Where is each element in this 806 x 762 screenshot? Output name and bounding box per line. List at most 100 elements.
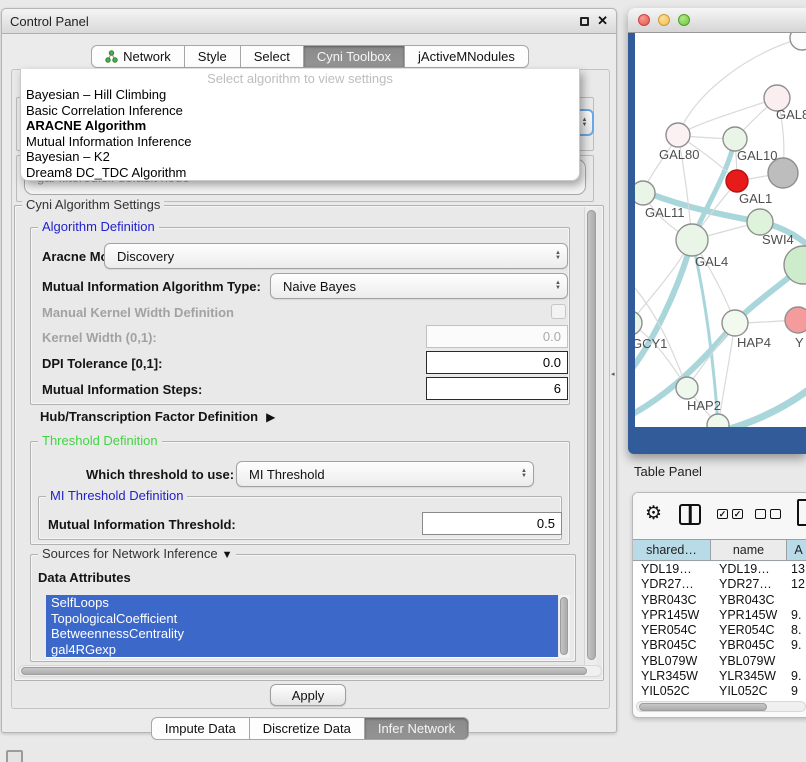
tab-style-label: Style <box>198 46 227 67</box>
expand-down-icon: ▼ <box>222 549 233 561</box>
node[interactable] <box>785 307 806 333</box>
node-label: GAL10 <box>737 148 777 163</box>
tab-select[interactable]: Select <box>241 45 304 68</box>
network-window-titlebar[interactable] <box>628 8 806 33</box>
node-label: GAL80 <box>659 147 699 162</box>
gear-icon[interactable]: ⚙ <box>645 502 662 526</box>
dpi-tolerance-field[interactable] <box>426 351 568 374</box>
tab-impute-data[interactable]: Impute Data <box>151 717 250 740</box>
list-item[interactable]: BetweennessCentrality <box>46 626 558 642</box>
tab-cyni-toolbox[interactable]: Cyni Toolbox <box>304 45 405 68</box>
node-hap4[interactable] <box>722 310 748 336</box>
node-gal4[interactable] <box>676 224 708 256</box>
tab-discretize-data[interactable]: Discretize Data <box>250 717 365 740</box>
dropdown-item[interactable]: Bayesian – Hill Climbing <box>21 87 579 103</box>
split-pane-arrow-icon[interactable]: ◂ <box>611 370 615 378</box>
table-row[interactable]: YBL079WYBL079W <box>633 654 806 669</box>
list-item[interactable]: TopologicalCoefficient <box>46 611 558 627</box>
table-row[interactable]: YBR045CYBR045C9. <box>633 638 806 653</box>
node-table: shared… name A <box>633 539 806 561</box>
network-canvas[interactable]: GAL8 GAL80 GAL10 GAL1 GAL11 SWI4 GAL4 GC… <box>635 33 806 427</box>
settings-vertical-scrollbar[interactable] <box>584 207 597 665</box>
dropdown-item[interactable]: Dream8 DC_TDC Algorithm <box>21 165 579 181</box>
mi-type-combo[interactable]: Naive Bayes ▲▼ <box>270 273 568 299</box>
table-row[interactable]: YER054CYER054C8. <box>633 623 806 638</box>
tab-network-label: Network <box>123 46 171 67</box>
table-row[interactable]: YIL052CYIL052C9 <box>633 684 806 699</box>
mi-threshold-field[interactable] <box>422 512 562 535</box>
algorithm-dropdown: Select algorithm to view settings Bayesi… <box>20 69 580 181</box>
which-threshold-combo[interactable]: MI Threshold ▲▼ <box>236 461 534 487</box>
node-label: Y <box>795 335 804 350</box>
bottom-tab-bar: Impute Data Discretize Data Infer Networ… <box>2 717 618 740</box>
tab-jactivemnodules[interactable]: jActiveMNodules <box>405 45 529 68</box>
select-all-icon[interactable]: ✓ ✓ <box>717 509 743 519</box>
algorithm-definition-title: Algorithm Definition <box>38 220 159 234</box>
node-label: GAL4 <box>695 254 728 269</box>
attributes-scrollbar[interactable] <box>559 595 570 658</box>
dropdown-item[interactable]: Mutual Information Inference <box>21 134 579 150</box>
checked-box-icon: ✓ <box>717 509 728 519</box>
settings-vertical-scrollbar-thumb[interactable] <box>587 210 596 660</box>
node-gal11[interactable] <box>635 181 655 205</box>
which-threshold-label: Which threshold to use: <box>86 467 234 482</box>
table-horizontal-scrollbar[interactable] <box>636 701 806 712</box>
dropdown-item[interactable]: Bayesian – K2 <box>21 149 579 165</box>
table-row[interactable]: YDR27…YDR27…12 <box>633 577 806 592</box>
node-hap2[interactable] <box>676 377 698 399</box>
mac-zoom-icon[interactable] <box>678 14 690 26</box>
table-toolbar: ⚙ ✓ ✓ <box>633 493 806 539</box>
dropdown-hint: Select algorithm to view settings <box>21 71 579 87</box>
node-label: GAL8 <box>776 107 806 122</box>
tab-network[interactable]: Network <box>91 45 185 68</box>
kernel-width-field[interactable] <box>426 325 568 348</box>
hub-definition-label: Hub/Transcription Factor Definition <box>40 409 258 424</box>
dropdown-item[interactable]: Basic Correlation Inference <box>21 103 579 119</box>
mi-type-value: Naive Bayes <box>283 279 555 294</box>
hub-definition-toggle[interactable]: Hub/Transcription Factor Definition ▶ <box>40 409 275 424</box>
dropdown-item-selected[interactable]: ARACNE Algorithm <box>21 118 579 134</box>
apply-button[interactable]: Apply <box>270 684 346 706</box>
control-panel-titlebar: Control Panel ✕ <box>2 9 616 34</box>
list-item[interactable]: SelfLoops <box>46 595 558 611</box>
settings-horizontal-scrollbar[interactable] <box>18 665 602 677</box>
table-row[interactable]: YBR043CYBR043C <box>633 593 806 608</box>
settings-horizontal-scrollbar-thumb[interactable] <box>21 667 587 675</box>
table-row[interactable]: YPR145WYPR145W9. <box>633 608 806 623</box>
node-gal80[interactable] <box>666 123 690 147</box>
list-item[interactable]: gal4RGexp <box>46 642 558 658</box>
column-layout-icon[interactable] <box>679 504 701 525</box>
which-threshold-value: MI Threshold <box>249 467 521 482</box>
tab-style[interactable]: Style <box>185 45 241 68</box>
close-icon[interactable]: ✕ <box>597 16 608 26</box>
table-horizontal-scrollbar-thumb[interactable] <box>639 703 767 711</box>
mi-threshold-label: Mutual Information Threshold: <box>48 517 236 532</box>
node-label: GAL1 <box>739 191 772 206</box>
mi-threshold-group-title: MI Threshold Definition <box>46 489 187 503</box>
top-tab-bar: Network Style Select Cyni Toolbox jActiv… <box>2 45 618 68</box>
deselect-all-icon[interactable] <box>755 509 781 519</box>
window-title: Control Panel <box>10 14 89 29</box>
table-rows: YDL19…YDL19…13 YDR27…YDR27…12 YBR043CYBR… <box>633 562 806 702</box>
tab-infer-network[interactable]: Infer Network <box>365 717 469 740</box>
sources-group-title[interactable]: Sources for Network Inference▼ <box>38 547 236 562</box>
column-header-shared-name[interactable]: shared… <box>633 540 711 560</box>
dock-widget-icon[interactable] <box>6 750 23 762</box>
column-header-partial[interactable]: A <box>787 540 806 560</box>
table-row[interactable]: YDL19…YDL19…13 <box>633 562 806 577</box>
mac-close-icon[interactable] <box>638 14 650 26</box>
attributes-scrollbar-thumb[interactable] <box>560 597 568 655</box>
mi-steps-field[interactable] <box>426 377 568 400</box>
aracne-mode-combo[interactable]: Discovery ▲▼ <box>104 243 568 269</box>
expand-right-icon: ▶ <box>266 410 275 424</box>
kernel-width-label: Kernel Width (0,1): <box>42 330 157 345</box>
tab-infer-network-label: Infer Network <box>378 718 455 739</box>
document-icon[interactable] <box>797 499 806 526</box>
node-gal1[interactable] <box>726 170 748 192</box>
mac-minimize-icon[interactable] <box>658 14 670 26</box>
float-window-icon[interactable] <box>580 17 589 26</box>
node[interactable] <box>790 33 806 50</box>
manual-kernel-checkbox[interactable] <box>551 304 566 319</box>
table-row[interactable]: YLR345WYLR345W9. <box>633 669 806 684</box>
column-header-name[interactable]: name <box>711 540 787 560</box>
